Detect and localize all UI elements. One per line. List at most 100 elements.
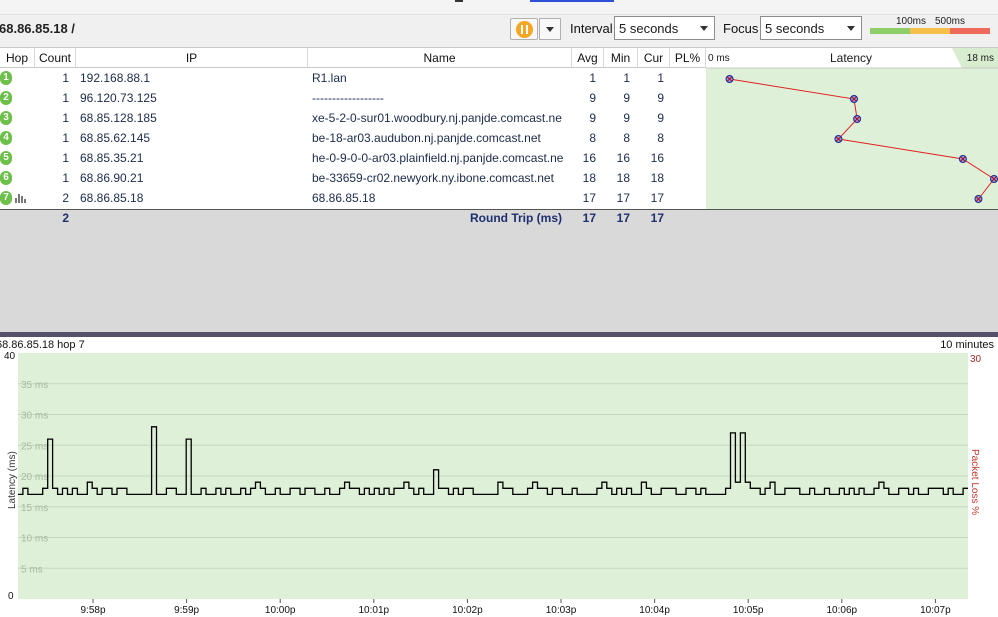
x-tick-label: 10:03p [546,605,577,616]
table-empty-area [0,228,998,332]
table-row[interactable]: 2 1 96.120.73.125 ------------------ 9 9 9 [0,88,706,108]
cell-name: 68.86.85.18 [312,191,376,205]
cell-ip: 68.85.62.145 [80,131,151,145]
cell-ip: 68.85.35.21 [80,151,144,165]
toolbar: 68.86.85.18 / Interval 5 seconds Focus 5… [0,14,998,48]
col-header-hop[interactable]: Hop [0,48,35,68]
cell-cur: 1 [657,71,664,85]
y-axis-title: Latency (ms) [7,451,18,509]
graph-bars-icon[interactable] [15,193,27,203]
interval-select[interactable]: 5 seconds [614,16,715,40]
y-axis-min-label: 0 [8,591,14,602]
table-row[interactable]: 1 1 192.168.88.1 R1.lan 1 1 1 [0,68,706,88]
col-header-name[interactable]: Name [308,48,572,68]
latency-header: 0 ms Latency 18 ms [706,48,998,68]
cell-name: he-0-9-0-0-ar03.plainfield.nj.panjde.com… [312,151,564,165]
cell-cur: 8 [657,131,664,145]
cell-min: 17 [616,191,630,205]
col-header-count[interactable]: Count [35,48,76,68]
round-trip-min: 17 [616,211,630,225]
y-axis-max-label: 40 [4,351,16,362]
pause-button[interactable] [510,18,538,40]
table-row[interactable]: 7 2 68.86.85.18 68.86.85.18 17 17 17 [0,188,706,208]
pause-icon [516,21,533,38]
gridline-label: 30 ms [21,411,48,422]
cell-name: xe-5-2-0-sur01.woodbury.nj.panjde.comcas… [312,111,562,125]
graph-time-range: 10 minutes [940,339,994,351]
x-axis-ticks: 9:58p 9:59p 10:00p 10:01p 10:02p 10:03p 10:04p… [80,599,951,616]
link-fragment[interactable] [530,0,614,2]
cell-name: be-18-ar03.audubon.nj.panjde.comcast.net [312,131,541,145]
col-header-cur[interactable]: Cur [638,48,670,68]
scale-yellow-bar [910,28,950,34]
latency-trace-line [729,78,995,200]
gridline-label: 5 ms [21,564,43,575]
hop-number-badge: 1 [0,71,12,85]
round-trip-row: 2 Round Trip (ms) 17 17 17 [0,208,706,228]
cell-count: 1 [62,91,69,105]
pause-options-dropdown[interactable] [539,18,561,40]
col-header-avg[interactable]: Avg [572,48,604,68]
table-row[interactable]: 4 1 68.85.62.145 be-18-ar03.audubon.nj.panj… [0,128,706,148]
latency-trace-graph [706,48,998,203]
col-header-ip[interactable]: IP [76,48,308,68]
cell-cur: 17 [650,191,664,205]
table-row[interactable]: 5 1 68.85.35.21 he-0-9-0-0-ar03.plainfield.… [0,148,706,168]
chevron-down-icon [847,26,855,31]
x-tick-label: 10:06p [827,605,858,616]
x-tick-label: 10:05p [733,605,764,616]
graph-title: 68.86.85.18 hop 7 [0,339,85,351]
latency-header-title[interactable]: Latency [830,51,872,65]
cell-cur: 9 [657,111,664,125]
cell-name: ------------------ [312,91,384,105]
cell-cur: 9 [657,91,664,105]
cell-avg: 9 [589,111,596,125]
gridline-label: 35 ms [21,380,48,391]
cell-count: 2 [62,191,69,205]
cell-min: 9 [623,111,630,125]
round-trip-count: 2 [62,211,69,225]
target-address-label: 68.86.85.18 / [0,21,75,36]
x-tick-label: 9:59p [174,605,199,616]
round-trip-avg: 17 [582,211,596,225]
gridline-label: 10 ms [21,534,48,545]
col-header-pl[interactable]: PL% [670,48,706,68]
table-row[interactable]: 6 1 68.86.90.21 be-33659-cr02.newyork.ny.ib… [0,168,706,188]
x-tick-label: 10:00p [265,605,296,616]
latency-column: 0 ms Latency 18 ms [706,48,998,210]
focus-value: 5 seconds [765,21,825,36]
cell-count: 1 [62,71,69,85]
y2-axis-max-label: 30 [970,354,982,365]
col-header-min[interactable]: Min [604,48,638,68]
cell-count: 1 [62,111,69,125]
x-tick-label: 10:02p [452,605,483,616]
table-row[interactable]: 3 1 68.85.128.185 xe-5-2-0-sur01.woodbury.n… [0,108,706,128]
gridline-label: 25 ms [21,441,48,452]
round-trip-label: Round Trip (ms) [470,211,562,225]
cell-count: 1 [62,131,69,145]
latency-header-max: 18 ms [966,53,994,64]
cell-avg: 1 [589,71,596,85]
x-tick-label: 10:01p [359,605,390,616]
latency-history-panel: 35 ms 30 ms 25 ms 20 ms 15 ms 10 ms 5 ms 9:58p… [0,337,998,617]
scale-label-100: 100ms [896,16,927,27]
focus-select[interactable]: 5 seconds [760,16,862,40]
latency-history-chart: 35 ms 30 ms 25 ms 20 ms 15 ms 10 ms 5 ms 9:58p… [4,351,982,616]
winmtr-window: 68.86.85.18 / Interval 5 seconds Focus 5… [0,0,998,617]
x-tick-label: 10:04p [639,605,670,616]
cell-ip: 68.86.90.21 [80,171,144,185]
cell-cur: 16 [650,151,664,165]
cell-min: 18 [616,171,630,185]
cell-min: 16 [616,151,630,165]
cell-avg: 16 [582,151,596,165]
top-strip [0,0,998,14]
interval-label: Interval [570,21,613,36]
x-tick-label: 10:07p [920,605,951,616]
latency-trace [725,75,998,203]
cell-count: 1 [62,171,69,185]
cell-avg: 17 [582,191,596,205]
interval-value: 5 seconds [619,21,679,36]
x-tick-label: 9:58p [80,605,105,616]
cell-avg: 8 [589,131,596,145]
gridline-label: 15 ms [21,503,48,514]
